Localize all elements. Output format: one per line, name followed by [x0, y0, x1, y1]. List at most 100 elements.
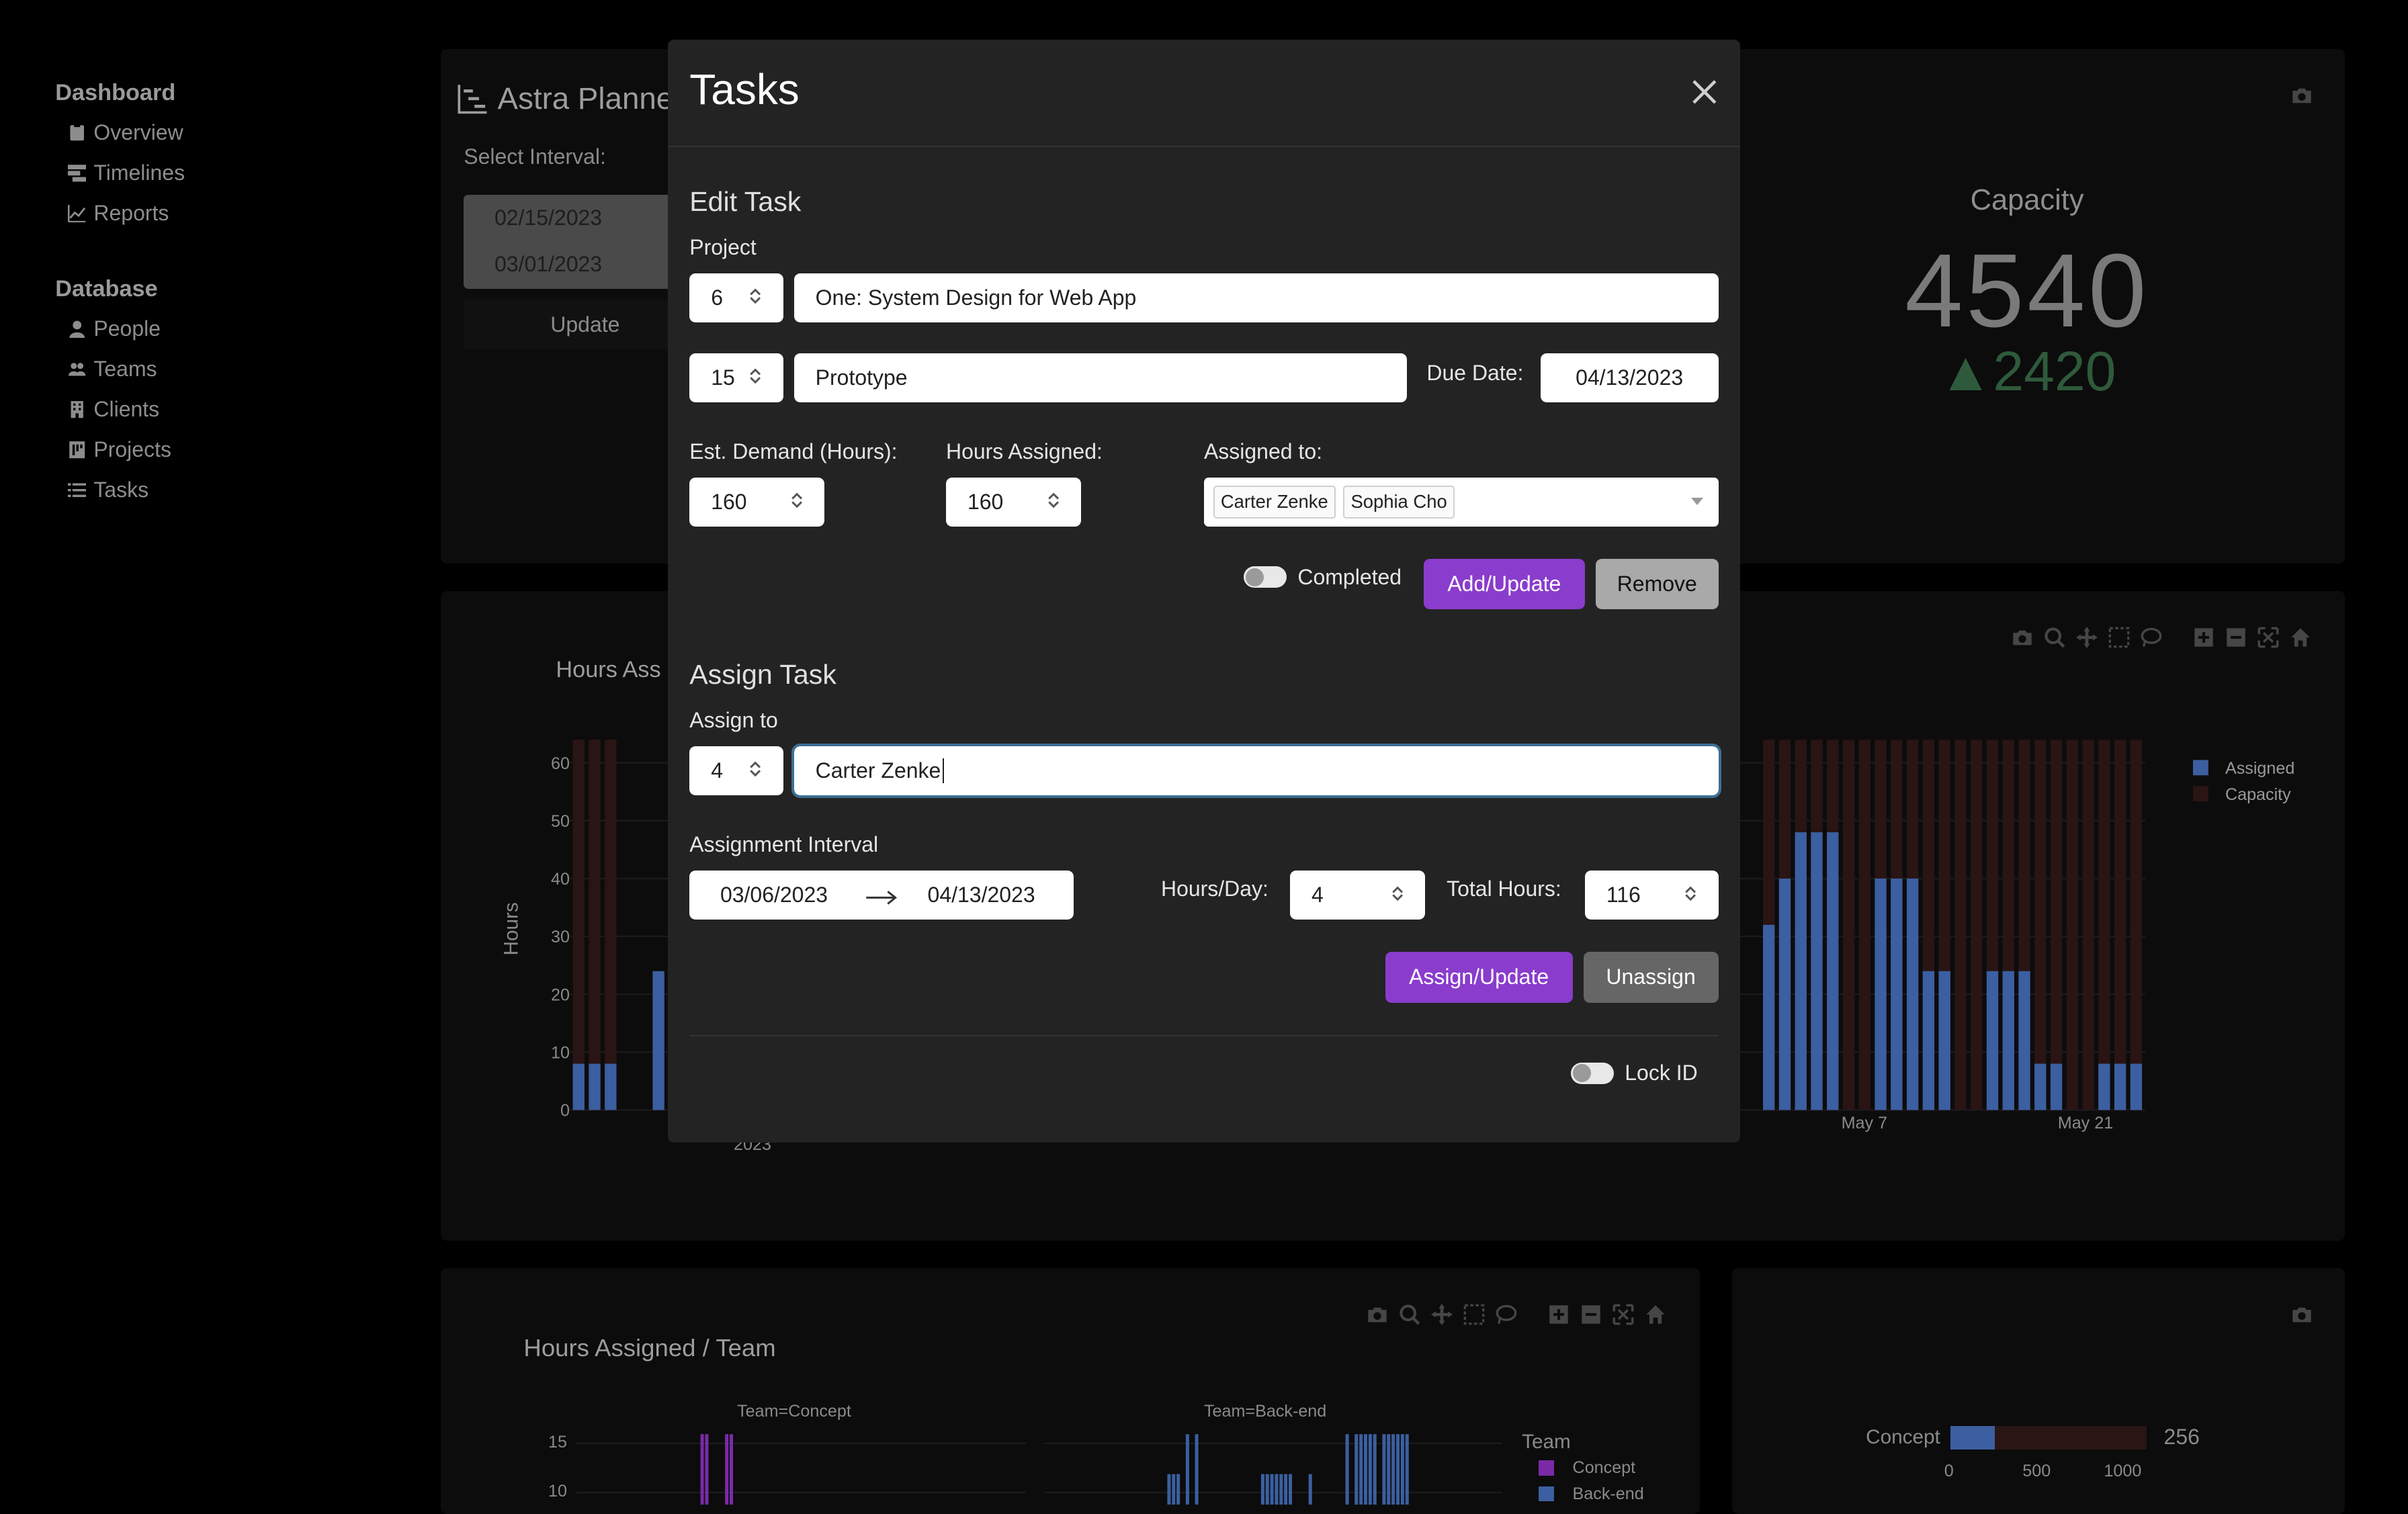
unassign-button[interactable]: Unassign [1583, 952, 1719, 1003]
y-tick-label: 30 [551, 928, 570, 946]
team-bar [705, 1433, 709, 1505]
person-id-input[interactable]: 4 [689, 746, 783, 795]
chevron-down-icon[interactable] [1690, 497, 1703, 505]
team-bar [1359, 1433, 1363, 1505]
task-id-value: 15 [711, 365, 735, 390]
assignment-interval-input[interactable]: 03/06/2023 04/13/2023 [689, 870, 1074, 920]
database-heading: Database [55, 276, 158, 302]
due-date-value: 04/13/2023 [1576, 365, 1684, 390]
hours-per-day-label: Hours/Day: [1160, 877, 1268, 901]
interval-date-range[interactable]: 02/15/2023 03/01/2023 [464, 195, 695, 289]
due-date-input[interactable]: 04/13/2023 [1540, 353, 1719, 402]
sidebar-item-clients[interactable]: Clients [55, 390, 362, 430]
capacity-bar [572, 740, 585, 1110]
sidebar-item-people[interactable]: People [55, 308, 362, 349]
project-name-input[interactable]: One: System Design for Web App [793, 273, 1719, 322]
bar-card-toolbar [2291, 1304, 2313, 1325]
team-legend-title: Team [1522, 1431, 1571, 1454]
autoscale-icon[interactable] [1612, 1304, 1634, 1325]
stepper-icon[interactable] [749, 760, 761, 778]
capacity-bar [1954, 740, 1967, 1110]
add-update-button[interactable]: Add/Update [1423, 558, 1585, 610]
team-bar [724, 1433, 728, 1505]
stepper-icon[interactable] [1391, 885, 1404, 903]
list-icon [67, 483, 86, 498]
assignee-tag[interactable]: Carter Zenke [1213, 485, 1336, 519]
app-title-text: Astra Planne [497, 81, 674, 116]
camera-icon[interactable] [2291, 85, 2313, 106]
team-bar [729, 1433, 733, 1505]
total-hours-input[interactable]: 116 [1584, 870, 1719, 920]
stepper-icon[interactable] [1047, 491, 1060, 509]
lasso-icon[interactable] [1496, 1304, 1517, 1325]
pan-icon[interactable] [1431, 1303, 1453, 1325]
facet-backend-label: Team=Back-end [1203, 1401, 1327, 1421]
sidebar-item-label: People [93, 316, 161, 341]
zoom-out-icon[interactable] [1580, 1304, 1602, 1325]
team-bar [1363, 1433, 1367, 1505]
sidebar-item-timelines[interactable]: Timelines [55, 152, 362, 193]
hours-assigned-input[interactable]: 160 [945, 477, 1082, 527]
home-icon[interactable] [1645, 1304, 1666, 1325]
stepper-icon[interactable] [791, 491, 803, 509]
team-bar [1345, 1433, 1349, 1505]
building-icon [71, 401, 83, 418]
assigned-bar [1938, 971, 1950, 1110]
camera-icon[interactable] [1367, 1304, 1388, 1325]
stepper-icon[interactable] [749, 367, 761, 385]
task-name-input[interactable]: Prototype [793, 353, 1407, 402]
assigned-to-select[interactable]: Carter Zenke Sophia Cho [1203, 477, 1719, 527]
close-button[interactable] [1689, 77, 1723, 110]
facet-concept-label: Team=Concept [737, 1401, 851, 1421]
close-icon[interactable] [1689, 77, 1720, 107]
assigned-bar [2114, 1063, 2126, 1110]
bar-category-label: Concept [1866, 1426, 1940, 1449]
assigned-bar [2130, 1063, 2143, 1110]
sidebar-item-reports[interactable]: Reports [55, 193, 362, 233]
assign-update-button[interactable]: Assign/Update [1385, 952, 1573, 1003]
completed-toggle[interactable] [1244, 566, 1287, 588]
sidebar-item-overview[interactable]: Overview [55, 112, 362, 152]
dashboard-heading: Dashboard [55, 79, 176, 105]
x-tick-label: May 7 [1842, 1114, 1887, 1132]
assignee-tag[interactable]: Sophia Cho [1343, 485, 1455, 519]
est-demand-input[interactable]: 160 [689, 477, 825, 527]
sidebar-item-teams[interactable]: Teams [55, 349, 362, 390]
stepper-icon[interactable] [749, 287, 761, 305]
lock-id-toggle[interactable] [1571, 1062, 1615, 1084]
person-name-input[interactable]: Carter Zenke [791, 743, 1721, 798]
interval-end-date[interactable]: 03/01/2023 [494, 252, 602, 277]
remove-button[interactable]: Remove [1595, 558, 1719, 610]
assigned-bar [1922, 971, 1935, 1110]
app-title: Astra Planne [458, 81, 673, 116]
bar-value: 256 [2163, 1425, 2200, 1450]
due-date-label: Due Date: [1426, 361, 1524, 386]
hours-per-day-input[interactable]: 4 [1289, 870, 1426, 920]
legend-swatch-backend [1539, 1486, 1555, 1502]
assigned-bar [1906, 878, 1919, 1110]
team-bar [1368, 1433, 1372, 1505]
stepper-icon[interactable] [1684, 885, 1696, 903]
gantt-icon [458, 85, 487, 114]
assignment-end-date[interactable]: 04/13/2023 [928, 883, 1035, 907]
team-legend-item: Concept [1572, 1458, 1636, 1478]
task-name-value: Prototype [815, 365, 908, 390]
team-bar [1185, 1433, 1189, 1505]
assigned-bar [2050, 1063, 2063, 1110]
bar-xtick: 1000 [2104, 1461, 2142, 1480]
capacity-bar [589, 740, 601, 1110]
sidebar-item-projects[interactable]: Projects [55, 430, 362, 470]
legend-swatch-concept [1539, 1460, 1555, 1476]
camera-icon[interactable] [2291, 1304, 2313, 1325]
zoom-icon[interactable] [1399, 1304, 1420, 1325]
project-id-input[interactable]: 6 [689, 273, 783, 322]
box-select-icon[interactable] [1463, 1304, 1485, 1325]
assignment-start-date[interactable]: 03/06/2023 [720, 883, 828, 907]
team-ytick: 10 [548, 1481, 567, 1501]
y-tick-label: 60 [551, 754, 570, 773]
interval-start-date[interactable]: 02/15/2023 [494, 206, 602, 230]
y-tick-label: 50 [551, 812, 570, 831]
sidebar-item-tasks[interactable]: Tasks [55, 470, 362, 510]
task-id-input[interactable]: 15 [689, 353, 783, 402]
zoom-in-icon[interactable] [1548, 1304, 1570, 1325]
